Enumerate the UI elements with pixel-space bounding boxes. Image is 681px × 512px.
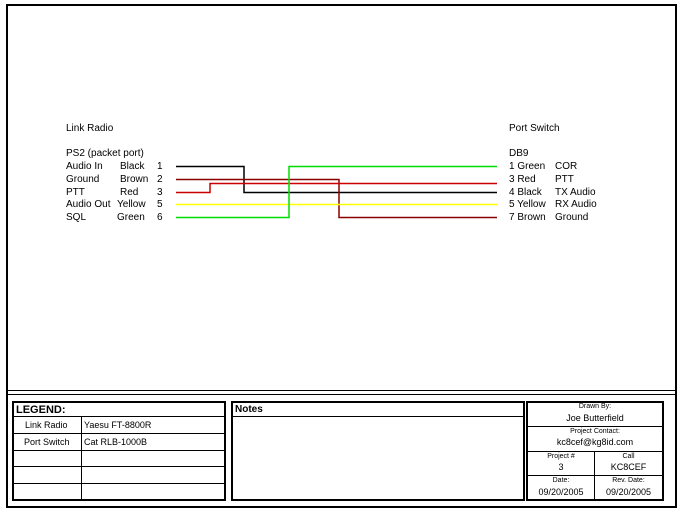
legend-column-divider — [81, 416, 82, 500]
date-label: Date: — [552, 477, 570, 484]
notes-divider — [233, 416, 523, 417]
legend-key: Link Radio — [25, 420, 68, 430]
wire-red — [176, 182, 497, 194]
rev-date-label: Rev. Date: — [612, 477, 645, 484]
legend-key: Port Switch — [24, 437, 70, 447]
legend-divider — [14, 450, 224, 451]
project-number-value: 3 — [558, 462, 564, 472]
legend-title: LEGEND: — [16, 404, 66, 416]
legend-divider — [14, 466, 224, 467]
legend-divider — [14, 433, 224, 434]
rev-date-value: 09/20/2005 — [605, 487, 652, 497]
project-contact-label: Project Contact: — [570, 428, 620, 435]
project-contact-value: kc8cef@kg8id.com — [556, 437, 634, 447]
project-number-label: Project # — [547, 453, 575, 460]
notes-title: Notes — [235, 404, 263, 415]
legend-value: Yaesu FT-8800R — [84, 420, 152, 430]
call-value: KC8CEF — [610, 462, 647, 472]
legend-divider — [14, 483, 224, 484]
call-label: Call — [622, 453, 635, 460]
legend-value: Cat RLB-1000B — [84, 437, 148, 447]
wire-brown — [176, 178, 497, 219]
drawn-by-label: Drawn By: — [578, 403, 612, 410]
date-value: 09/20/2005 — [538, 487, 584, 497]
drawn-by-value: Joe Butterfield — [566, 413, 624, 423]
legend-divider — [14, 416, 224, 417]
